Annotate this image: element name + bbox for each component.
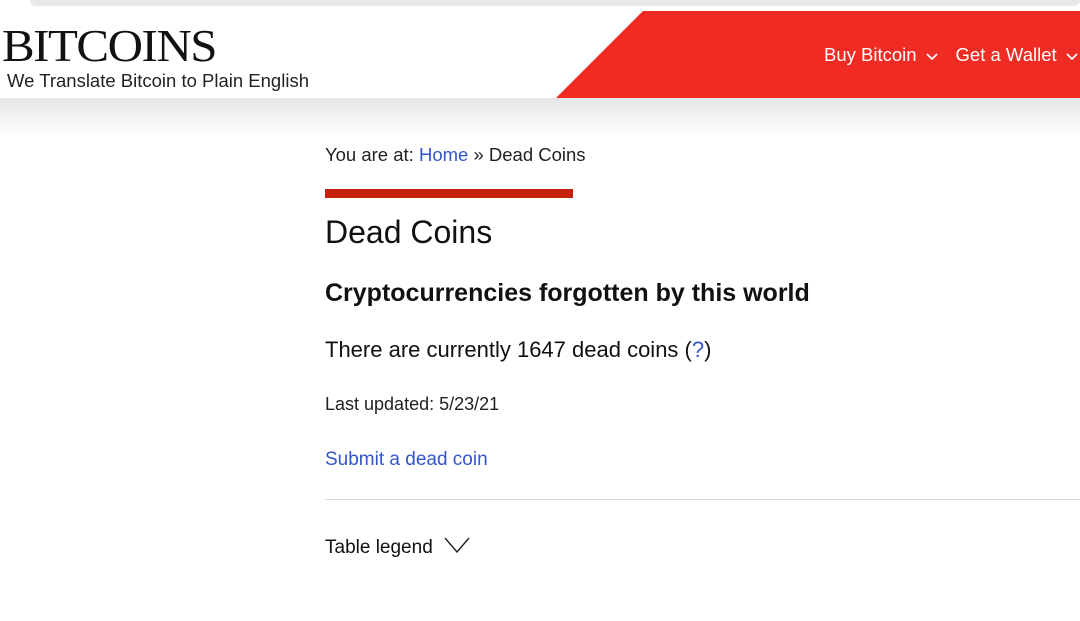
divider: [325, 499, 1080, 500]
breadcrumb: You are at: Home » Dead Coins: [325, 144, 586, 166]
title-accent-bar: [325, 189, 573, 198]
header-shadow: [0, 98, 1080, 136]
page-subtitle: Cryptocurrencies forgotten by this world: [325, 279, 810, 307]
site-header: BITCOINS We Translate Bitcoin to Plain E…: [0, 11, 1080, 98]
chevron-down-icon: [925, 44, 938, 66]
nav-item-label: Buy Bitcoin: [824, 44, 917, 65]
chevron-down-icon: [1066, 44, 1078, 66]
site-logo[interactable]: BITCOINS: [2, 23, 217, 68]
page-title: Dead Coins: [325, 214, 493, 250]
chevron-down-icon: [444, 537, 470, 559]
count-text-end: ): [704, 337, 712, 362]
site-tagline: We Translate Bitcoin to Plain English: [7, 70, 309, 91]
count-help-link[interactable]: ?: [692, 337, 704, 362]
table-legend-label: Table legend: [325, 537, 433, 558]
breadcrumb-home-link[interactable]: Home: [419, 144, 468, 165]
nav-item-label: Get a Wallet: [955, 44, 1057, 65]
breadcrumb-separator: »: [473, 144, 484, 165]
last-updated: Last updated: 5/23/21: [325, 394, 500, 414]
nav-item-get-a-wallet[interactable]: Get a Wallet: [956, 44, 1080, 66]
count-text: There are currently 1647 dead coins (: [325, 337, 692, 362]
submit-dead-coin-link[interactable]: Submit a dead coin: [325, 449, 488, 471]
dead-coin-count: There are currently 1647 dead coins (?): [325, 337, 711, 363]
nav-item-buy-bitcoin[interactable]: Buy Bitcoin: [824, 44, 956, 66]
browser-bar: [30, 0, 1080, 6]
main-nav: Buy Bitcoin Get a Wallet: [824, 44, 1080, 66]
table-legend-toggle[interactable]: Table legend: [325, 537, 470, 559]
breadcrumb-prefix: You are at:: [325, 144, 414, 165]
breadcrumb-current: Dead Coins: [488, 144, 586, 165]
